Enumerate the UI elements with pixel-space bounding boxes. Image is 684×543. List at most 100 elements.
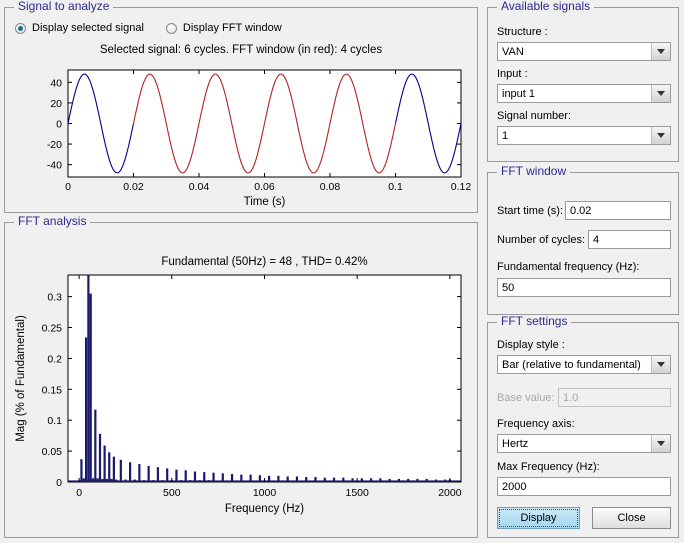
x-tick-label: 0.1 [388, 181, 403, 193]
y-tick-label: 0.2 [47, 353, 62, 365]
frequency-axis-dropdown[interactable]: Hertz [497, 434, 671, 453]
display-style-label: Display style : [497, 339, 565, 351]
y-tick-label: 0.1 [47, 415, 62, 427]
available-signals-legend: Available signals [497, 0, 595, 12]
start-time-input[interactable]: 0.02 [565, 201, 671, 220]
fft-bar [175, 469, 178, 482]
fft-bar [129, 462, 132, 482]
fft-bar [166, 468, 169, 482]
chevron-down-icon[interactable] [651, 85, 670, 102]
fundamental-frequency-label: Fundamental frequency (Hz): [497, 261, 640, 273]
base-value-value: 1.0 [563, 391, 579, 404]
radio-selected-signal-label: Display selected signal [32, 22, 144, 34]
start-time-value: 0.02 [570, 204, 592, 217]
input-dropdown-value: input 1 [502, 87, 536, 100]
fft-bar [87, 275, 90, 482]
signal-plot: 0 0.02 0.04 0.06 0.08 0.1 0.12 -40 -20 0 20 40 Time … [47, 69, 472, 208]
chevron-down-icon[interactable] [651, 43, 670, 60]
display-style-dropdown-value: Bar (relative to fundamental) [502, 358, 641, 371]
chevron-down-icon[interactable] [651, 356, 670, 373]
structure-label: Structure : [497, 26, 548, 38]
y-tick-label: -40 [47, 160, 62, 172]
fft-settings-legend: FFT settings [497, 315, 572, 327]
y-tick-label: -20 [47, 139, 62, 151]
display-mode-radio-group: Display selected signal Display FFT wind… [15, 22, 304, 34]
fft-bar [84, 337, 88, 482]
x-tick-label: 1500 [346, 487, 370, 499]
fft-window-panel: FFT window Start time (s): 0.02 Number o… [487, 165, 679, 315]
fft-bar [184, 470, 187, 482]
fft-bar [119, 459, 122, 482]
max-frequency-input[interactable]: 2000 [497, 477, 671, 496]
x-tick-label: 0.02 [123, 181, 144, 193]
fft-bar [89, 293, 92, 482]
fft-spectrum-plot: Fundamental (50Hz) = 48 , THD= 0.42% 0 500… [15, 256, 462, 515]
signal-number-dropdown[interactable]: 1 [497, 126, 671, 145]
x-axis-label: Time (s) [244, 196, 286, 208]
display-style-dropdown[interactable]: Bar (relative to fundamental) [497, 355, 671, 374]
close-button-label: Close [617, 512, 646, 524]
signal-plot-title: Selected signal: 6 cycles. FFT window (i… [99, 44, 383, 56]
radio-fft-window-label: Display FFT window [182, 22, 282, 34]
frequency-axis-label: Frequency axis: [497, 418, 575, 430]
y-tick-label: 0.15 [42, 384, 63, 396]
number-of-cycles-input[interactable]: 4 [588, 230, 671, 249]
display-button[interactable]: Display [497, 507, 580, 529]
y-tick-label: 20 [50, 98, 62, 110]
fft-bar [103, 445, 106, 482]
x-tick-label: 0.12 [451, 181, 472, 193]
fft-settings-panel: FFT settings Display style : Bar (relati… [487, 315, 679, 538]
number-of-cycles-label: Number of cycles: [497, 234, 586, 246]
max-frequency-value: 2000 [502, 480, 527, 493]
input-dropdown[interactable]: input 1 [497, 84, 671, 103]
x-tick-label: 0 [76, 487, 82, 499]
x-tick-label: 0.06 [254, 181, 275, 193]
x-tick-label: 0.04 [189, 181, 210, 193]
fft-chart-title: Fundamental (50Hz) = 48 , THD= 0.42% [161, 256, 367, 268]
available-signals-panel: Available signals Structure : VAN Input … [487, 0, 679, 162]
fft-bar [156, 467, 160, 482]
number-of-cycles-value: 4 [593, 233, 600, 246]
y-tick-label: 0 [56, 477, 62, 489]
fft-bar [108, 452, 111, 482]
signal-to-analyze-panel: Signal to analyze Display selected signa… [4, 0, 478, 213]
fft-window-legend: FFT window [497, 165, 571, 177]
fft-panel-legend: FFT analysis [14, 215, 91, 227]
x-tick-label: 0 [65, 181, 71, 193]
structure-dropdown-value: VAN [502, 45, 524, 58]
base-value-label: Base value: [497, 392, 555, 404]
fundamental-frequency-input[interactable]: 50 [497, 278, 671, 297]
fft-bar [112, 456, 115, 482]
frequency-axis-dropdown-value: Hertz [502, 437, 529, 450]
y-tick-label: 0 [56, 119, 62, 131]
y-axis-label: Mag (% of Fundamental) [15, 315, 27, 442]
start-time-label: Start time (s): [497, 205, 564, 217]
signal-panel-legend: Signal to analyze [14, 0, 114, 12]
fft-bar [147, 465, 150, 482]
chevron-down-icon[interactable] [651, 127, 670, 144]
radio-fft-window-indicator[interactable] [165, 22, 177, 34]
base-value-input: 1.0 [558, 388, 671, 407]
fft-bar [80, 459, 83, 482]
x-tick-label: 1000 [253, 487, 277, 499]
input-label: Input : [497, 68, 528, 80]
radio-display-selected-signal[interactable]: Display selected signal [15, 22, 144, 34]
structure-dropdown[interactable]: VAN [497, 42, 671, 61]
y-tick-label: 0.05 [42, 446, 63, 458]
signal-number-dropdown-value: 1 [502, 129, 509, 142]
signal-number-label: Signal number: [497, 110, 571, 122]
close-button[interactable]: Close [592, 507, 671, 529]
x-tick-label: 2000 [438, 487, 462, 499]
x-tick-label: 0.08 [320, 181, 341, 193]
fft-bar [138, 464, 141, 482]
radio-selected-signal-indicator[interactable] [15, 22, 26, 34]
y-tick-label: 0.25 [42, 323, 63, 335]
x-tick-label: 500 [163, 487, 181, 499]
max-frequency-label: Max Frequency (Hz): [497, 461, 600, 473]
x-axis-label: Frequency (Hz) [225, 503, 304, 515]
radio-display-fft-window[interactable]: Display FFT window [165, 22, 282, 34]
fft-bar [98, 433, 102, 482]
y-tick-label: 40 [50, 77, 62, 89]
chevron-down-icon[interactable] [651, 435, 670, 452]
fft-axes-box [67, 274, 462, 483]
